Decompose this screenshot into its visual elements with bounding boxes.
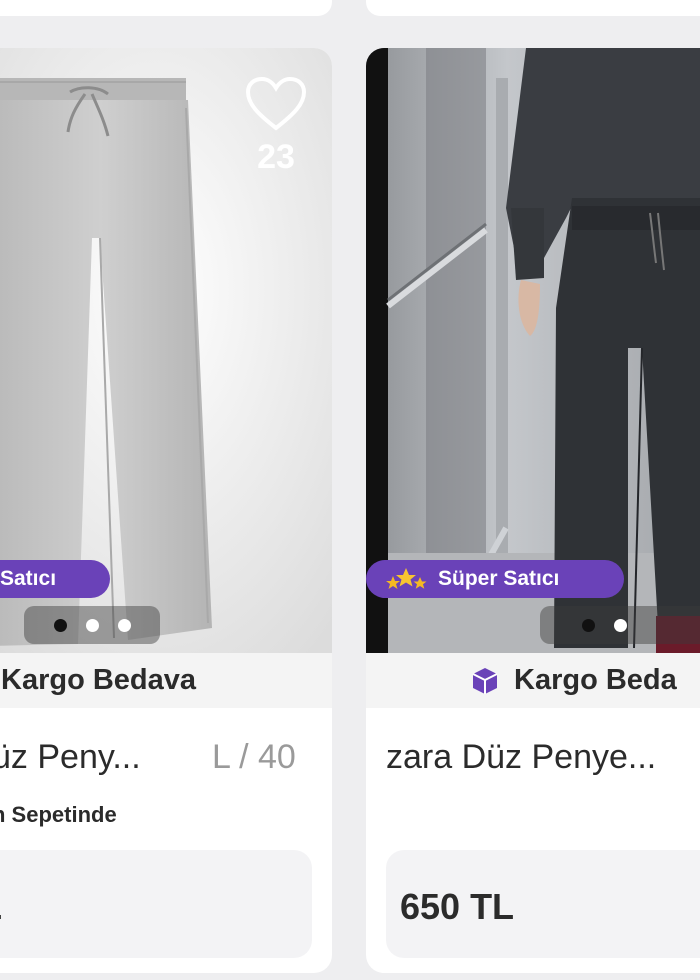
carousel-dot[interactable] [85, 618, 99, 632]
image-carousel-indicator[interactable] [24, 606, 160, 644]
box-icon [472, 667, 498, 694]
stars-icon [386, 568, 427, 589]
free-shipping-label: Kargo Bedava [1, 664, 197, 696]
product-title[interactable]: zara Düz Penye... [386, 738, 656, 777]
product-price: L [0, 886, 2, 928]
product-size: L / 40 [212, 738, 296, 776]
product-price: 650 TL [400, 886, 515, 927]
product-title[interactable]: üz Peny... [0, 738, 141, 777]
product-card-2[interactable]: Süper Satıcı Kargo Beda zara Düz Penye..… [366, 48, 700, 973]
cart-count-text: n Sepetinde [0, 802, 117, 827]
price-box: 650 TL [386, 850, 700, 958]
carousel-dot[interactable] [117, 618, 131, 632]
free-shipping-bar: Kargo Beda [366, 653, 700, 708]
carousel-dot[interactable] [614, 618, 627, 632]
product-card-1[interactable]: 23 Satıcı Kargo Bedava üz Peny... L / 40… [0, 48, 332, 973]
seller-badge-label: Satıcı [0, 567, 57, 590]
free-shipping-bar: Kargo Bedava [0, 653, 332, 708]
carousel-dot[interactable] [582, 618, 595, 632]
seller-badge-label: Süper Satıcı [438, 567, 560, 590]
favorite-button[interactable]: 23 [244, 76, 308, 177]
price-box: L [0, 850, 312, 958]
carousel-dot[interactable] [53, 618, 67, 632]
free-shipping-label: Kargo Beda [514, 664, 677, 696]
seller-badge: Satıcı [0, 560, 110, 598]
previous-card-right[interactable] [366, 0, 700, 16]
image-carousel-indicator[interactable] [540, 606, 700, 644]
favorite-count: 23 [257, 138, 295, 176]
heart-icon [245, 76, 307, 131]
previous-card-left[interactable] [0, 0, 332, 16]
super-seller-badge: Süper Satıcı [366, 560, 624, 598]
